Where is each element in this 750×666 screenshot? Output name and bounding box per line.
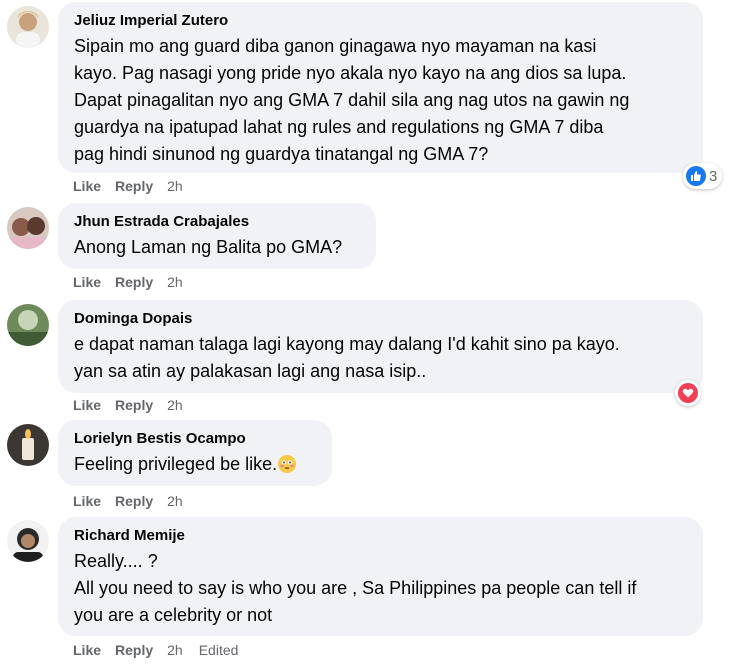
reply-button[interactable]: Reply (115, 493, 153, 509)
avatar[interactable] (7, 6, 49, 48)
comment-bubble: Lorielyn Bestis Ocampo Feeling privilege… (58, 420, 332, 486)
reaction-count-text: 3 (709, 167, 718, 185)
comment-timestamp[interactable]: 2h (167, 493, 183, 509)
profile-photo (7, 520, 49, 562)
comment-text: Anong Laman ng Balita po GMA? (74, 237, 343, 257)
comment-bubble: Richard Memije Really.... ? All you need… (58, 517, 703, 636)
love-icon (678, 383, 698, 403)
comment-text: Really.... ? All you need to say is who … (74, 551, 637, 625)
like-button[interactable]: Like (73, 274, 101, 290)
reaction-count[interactable]: 3 (683, 163, 723, 189)
like-button[interactable]: Like (73, 397, 101, 413)
profile-photo (7, 304, 49, 346)
flushed-face-emoji (278, 455, 297, 473)
comment-text: Sipain mo ang guard diba ganon ginagawa … (74, 36, 630, 164)
comment-actions: Like Reply 2h Edited (73, 642, 238, 658)
reply-button[interactable]: Reply (115, 397, 153, 413)
comment-timestamp[interactable]: 2h (167, 642, 183, 658)
reply-button[interactable]: Reply (115, 274, 153, 290)
avatar[interactable] (7, 207, 49, 249)
comment-bubble: Dominga Dopais e dapat naman talaga lagi… (58, 300, 703, 393)
profile-photo (7, 424, 49, 466)
reply-button[interactable]: Reply (115, 642, 153, 658)
avatar[interactable] (7, 520, 49, 562)
edited-label[interactable]: Edited (199, 642, 239, 658)
comment-author[interactable]: Jeliuz Imperial Zutero (74, 11, 689, 30)
comment-actions: Like Reply 2h (73, 493, 183, 509)
reaction-count[interactable] (675, 380, 701, 406)
comment-bubble: Jhun Estrada Crabajales Anong Laman ng B… (58, 203, 376, 269)
comment-text-line: Feeling privileged be like. (74, 451, 318, 478)
comment-timestamp[interactable]: 2h (167, 274, 183, 290)
comment-author[interactable]: Jhun Estrada Crabajales (74, 212, 362, 231)
like-icon (686, 166, 706, 186)
avatar[interactable] (7, 304, 49, 346)
profile-photo (7, 6, 49, 48)
avatar[interactable] (7, 424, 49, 466)
comment-author[interactable]: Richard Memije (74, 526, 689, 545)
comment-author[interactable]: Lorielyn Bestis Ocampo (74, 429, 318, 448)
like-button[interactable]: Like (73, 642, 101, 658)
comment-actions: Like Reply 2h (73, 397, 183, 413)
comment-bubble: Jeliuz Imperial Zutero Sipain mo ang gua… (58, 2, 703, 173)
like-button[interactable]: Like (73, 178, 101, 194)
comment-text: e dapat naman talaga lagi kayong may dal… (74, 334, 620, 381)
profile-photo (7, 207, 49, 249)
reply-button[interactable]: Reply (115, 178, 153, 194)
comment-actions: Like Reply 2h (73, 274, 183, 290)
comment-text: Feeling privileged be like. (74, 454, 278, 474)
comment-actions: Like Reply 2h (73, 178, 183, 194)
comment-author[interactable]: Dominga Dopais (74, 309, 689, 328)
comment-timestamp[interactable]: 2h (167, 178, 183, 194)
comment-timestamp[interactable]: 2h (167, 397, 183, 413)
like-button[interactable]: Like (73, 493, 101, 509)
